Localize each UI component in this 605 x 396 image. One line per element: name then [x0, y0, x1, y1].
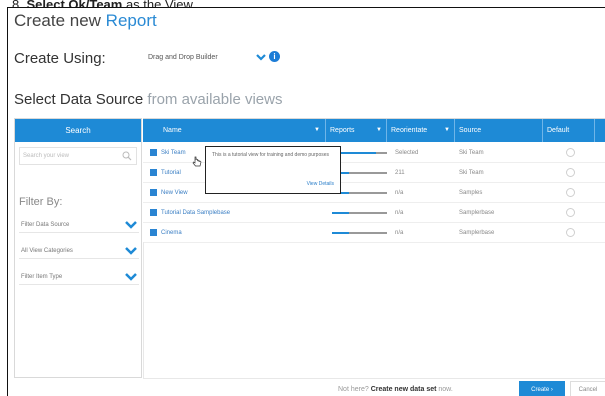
reorientate-cell: n/a [395, 210, 404, 216]
sort-down-icon: ▼ [444, 127, 450, 133]
select-data-source-heading: Select Data Source from available views [14, 91, 282, 108]
footer-note: Not here? Create new data set now. [338, 380, 453, 396]
tooltip-text: This is a tutorial view for training and… [212, 152, 330, 158]
reports-bar-fill [332, 232, 349, 234]
grid-header: Name ▼ Reports ▼ Reorientate ▼ Source Defau… [143, 119, 605, 142]
search-input[interactable]: Search your view [19, 147, 137, 165]
view-icon [150, 148, 157, 156]
header-label: Reorientate [391, 127, 428, 134]
source-cell: Samples [459, 190, 483, 196]
default-radio[interactable] [566, 168, 575, 177]
view-name: Cinema [161, 230, 182, 236]
view-name: Ski Team [161, 150, 186, 156]
create-using-label: Create Using: [14, 50, 106, 67]
filter-data-source-select[interactable]: Filter Data Source [19, 217, 139, 233]
column-header-default[interactable]: Default [543, 119, 595, 142]
filter-select-label: Filter Data Source [21, 222, 70, 228]
reports-bar-fill [332, 212, 349, 214]
header-label: Default [547, 127, 570, 134]
create-button-label: Create [531, 387, 550, 393]
view-categories-select[interactable]: All View Categories [19, 243, 139, 259]
sort-down-icon: ▼ [376, 127, 382, 133]
view-tooltip: This is a tutorial view for training and… [205, 146, 341, 194]
view-name: Tutorial [161, 170, 181, 176]
info-icon[interactable]: i [269, 51, 280, 62]
view-name-cell[interactable]: Cinema [150, 223, 330, 243]
footer-note-plain: Not here? [338, 386, 371, 393]
view-name: Tutorial Data Samplebase [161, 210, 231, 216]
view-icon [150, 168, 157, 176]
search-placeholder: Search your view [23, 153, 70, 159]
column-header-reports[interactable]: Reports ▼ [326, 119, 387, 142]
default-radio[interactable] [566, 188, 575, 197]
footer-note-end: now. [436, 386, 453, 393]
dialog-title: Create new Report [14, 11, 157, 31]
header-label: Reports [330, 127, 355, 134]
column-header-name[interactable]: Name ▼ [143, 119, 326, 142]
filter-select-label: Filter Item Type [21, 274, 63, 280]
chevron-down-icon [125, 273, 137, 281]
search-icon[interactable] [122, 151, 132, 161]
filter-by-label: Filter By: [19, 196, 63, 208]
reorientate-cell: n/a [395, 190, 404, 196]
default-radio[interactable] [566, 208, 575, 217]
create-button[interactable]: Create › [519, 381, 565, 396]
view-icon [150, 228, 157, 236]
view-name-cell[interactable]: Tutorial Data Samplebase [150, 203, 330, 223]
reports-bar [332, 232, 387, 234]
reports-bar [332, 212, 387, 214]
sds-plain: Select Data Source [14, 91, 148, 108]
header-label: Source [459, 127, 482, 134]
chevron-right-icon: › [550, 387, 553, 393]
view-icon [150, 208, 157, 216]
create-report-dialog: Create new Report Create Using: Drag and… [7, 7, 605, 396]
hand-cursor-icon [192, 156, 202, 167]
sds-muted: from available views [147, 91, 283, 108]
view-details-link[interactable]: View Details [307, 181, 334, 187]
view-icon [150, 188, 157, 196]
title-accent: Report [105, 11, 157, 30]
dialog-footer: Not here? Create new data set now. Creat… [8, 380, 605, 396]
source-cell: Samplerbase [459, 230, 495, 236]
reorientate-cell: Selected [395, 150, 419, 156]
reorientate-cell: n/a [395, 230, 404, 236]
filter-panel: Search Search your view Filter By: Filte… [14, 118, 142, 378]
view-name: New View [161, 190, 188, 196]
reorientate-cell: 211 [395, 170, 405, 176]
chevron-down-icon [125, 247, 137, 255]
filter-select-label: All View Categories [21, 248, 73, 254]
cancel-button[interactable]: Cancel [570, 381, 605, 396]
column-header-source[interactable]: Source [455, 119, 543, 142]
default-radio[interactable] [566, 148, 575, 157]
title-plain: Create new [14, 11, 106, 30]
chevron-down-icon [256, 54, 266, 61]
create-using-value: Drag and Drop Builder [148, 54, 218, 61]
column-header-reorientate[interactable]: Reorientate ▼ [387, 119, 455, 142]
table-row[interactable]: Tutorial Data Samplebase n/a Samplerbase [143, 203, 605, 223]
default-radio[interactable] [566, 228, 575, 237]
grid-empty-area [143, 242, 605, 379]
source-cell: Samplerbase [459, 210, 495, 216]
header-label: Name [163, 127, 182, 134]
source-cell: Ski Team [459, 170, 484, 176]
table-row[interactable]: Cinema n/a Samplerbase [143, 223, 605, 243]
chevron-down-icon [125, 221, 137, 229]
source-cell: Ski Team [459, 150, 484, 156]
create-data-set-link[interactable]: Create new data set [371, 386, 437, 393]
item-type-select[interactable]: Filter Item Type [19, 269, 139, 285]
sort-down-icon: ▼ [314, 127, 320, 133]
search-tab[interactable]: Search [15, 119, 141, 142]
create-using-select[interactable]: Drag and Drop Builder i [145, 48, 280, 68]
